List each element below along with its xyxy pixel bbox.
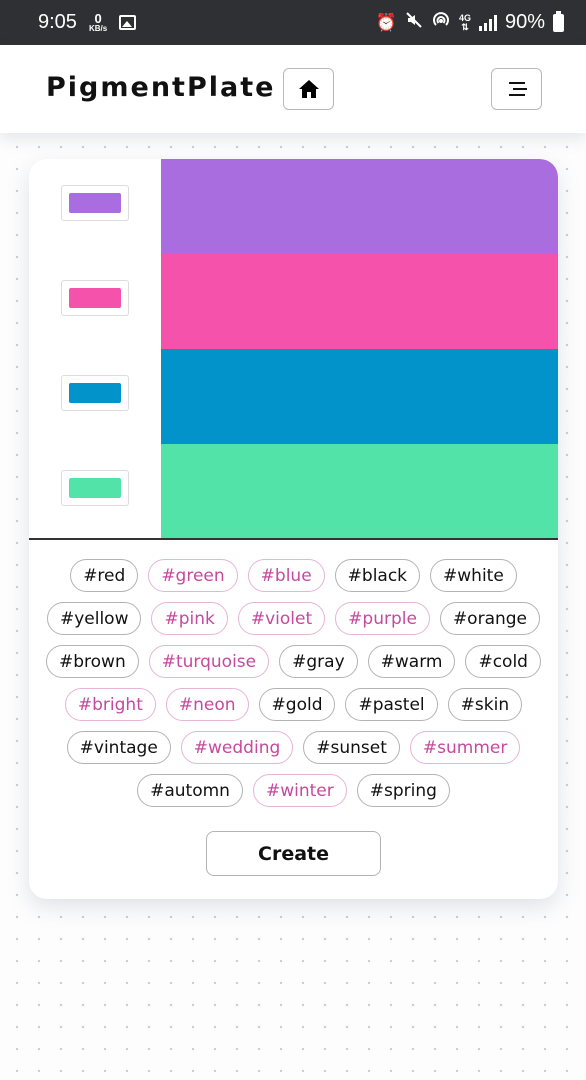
app-header: PigmentPlate (0, 45, 586, 133)
tag-chip[interactable]: #gray (279, 645, 358, 678)
gallery-notification-icon (119, 15, 137, 30)
tag-chip[interactable]: #black (334, 559, 421, 592)
home-button[interactable] (283, 68, 334, 110)
signal-icon (478, 14, 497, 31)
tag-chip[interactable]: #spring (356, 774, 450, 807)
color-band-3[interactable] (161, 349, 558, 444)
tag-chip[interactable]: #skin (447, 688, 523, 721)
color-swatch (69, 383, 121, 403)
palette-divider (29, 538, 558, 540)
color-swatch (69, 193, 121, 213)
network-speed: 0 KB/s (89, 12, 107, 33)
tag-chip[interactable]: #purple (335, 602, 430, 635)
hotspot-icon (431, 11, 451, 34)
tag-chip[interactable]: #turquoise (148, 645, 270, 678)
status-time: 9:05 (38, 11, 77, 33)
home-icon (298, 80, 319, 98)
color-picker-column (29, 159, 161, 539)
tag-chip[interactable]: #wedding (180, 731, 294, 764)
tag-chip[interactable]: #red (70, 559, 139, 592)
tag-list: #red #green #blue #black #white #yellow #pink #… (39, 559, 548, 807)
battery-percent: 90% (504, 11, 545, 33)
tag-chip[interactable]: #warm (367, 645, 456, 678)
tag-chip[interactable]: #bright (64, 688, 156, 721)
color-palette (29, 159, 558, 540)
color-swatch (69, 478, 121, 498)
tag-chip[interactable]: #blue (247, 559, 325, 592)
tag-chip[interactable]: #orange (439, 602, 541, 635)
menu-button[interactable] (491, 68, 542, 110)
app-title[interactable]: PigmentPlate (46, 72, 275, 103)
create-button[interactable]: Create (206, 831, 381, 876)
tag-chip[interactable]: #violet (237, 602, 326, 635)
color-band-1[interactable] (161, 159, 558, 254)
tag-chip[interactable]: #winter (252, 774, 347, 807)
tag-chip[interactable]: #yellow (46, 602, 142, 635)
data-arrows-icon: ⇅ (461, 21, 469, 32)
tag-chip[interactable]: #sunset (303, 731, 400, 764)
alarm-icon: ⏰ (375, 12, 397, 32)
color-input-3[interactable] (61, 375, 129, 411)
status-bar: 9:05 0 KB/s ⏰ 4G ⇅ 90% (0, 0, 586, 45)
hamburger-menu-icon (508, 82, 527, 96)
tag-chip[interactable]: #gold (258, 688, 336, 721)
tag-chip[interactable]: #green (148, 559, 238, 592)
network-type-icon: 4G ⇅ (459, 13, 471, 32)
color-input-2[interactable] (61, 280, 129, 316)
color-band-2[interactable] (161, 254, 558, 349)
battery-icon (553, 10, 564, 32)
network-speed-unit: KB/s (88, 24, 108, 33)
tag-chip[interactable]: #summer (409, 731, 521, 764)
color-swatch (69, 288, 121, 308)
tag-chip[interactable]: #brown (46, 645, 139, 678)
color-band-4[interactable] (161, 444, 558, 539)
tag-chip[interactable]: #vintage (66, 731, 171, 764)
color-input-4[interactable] (61, 470, 129, 506)
tag-chip[interactable]: #automn (137, 774, 243, 807)
color-input-1[interactable] (61, 185, 129, 221)
palette-card: #red #green #blue #black #white #yellow #pink #… (29, 159, 558, 899)
tag-chip[interactable]: #pink (151, 602, 228, 635)
tag-chip[interactable]: #neon (165, 688, 249, 721)
mute-icon (405, 11, 423, 34)
tag-chip[interactable]: #pastel (345, 688, 438, 721)
tag-chip[interactable]: #white (430, 559, 517, 592)
tag-chip[interactable]: #cold (465, 645, 541, 678)
color-bands (161, 159, 558, 539)
